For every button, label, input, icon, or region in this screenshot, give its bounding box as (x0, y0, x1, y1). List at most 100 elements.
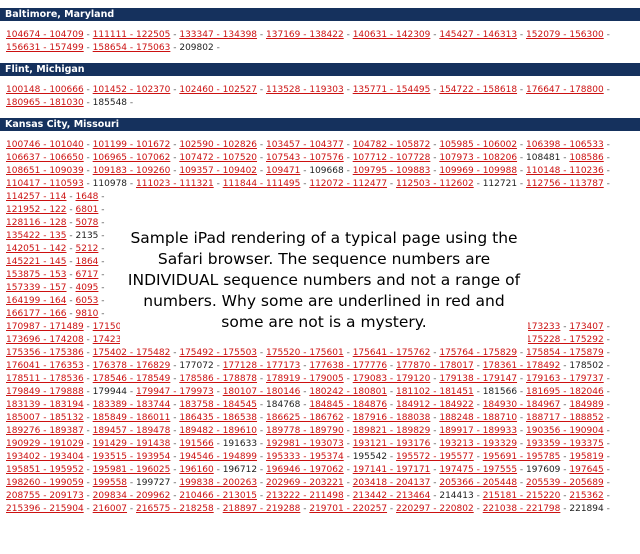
sequence-link[interactable]: 135771 - 154495 (353, 85, 431, 95)
sequence-link[interactable]: 184989 (569, 400, 603, 410)
sequence-link[interactable]: 107712 - 107728 (353, 153, 431, 163)
sequence-link[interactable]: 180107 - 180146 (223, 387, 301, 397)
sequence-link[interactable]: 178546 - 178549 (93, 374, 171, 384)
sequence-link[interactable]: 189917 - 189933 (439, 426, 517, 436)
sequence-link[interactable]: 108651 - 109039 (6, 166, 84, 176)
sequence-link[interactable]: 112072 - 112477 (309, 179, 387, 189)
sequence-link[interactable]: 177870 - 178017 (396, 361, 474, 371)
sequence-link[interactable]: 111844 - 111495 (223, 179, 301, 189)
sequence-link[interactable]: 133347 - 134398 (179, 30, 257, 40)
sequence-link[interactable]: 176378 - 176829 (93, 361, 171, 371)
sequence-link[interactable]: 178511 - 178536 (6, 374, 84, 384)
sequence-link[interactable]: 193213 - 193329 (439, 439, 517, 449)
sequence-link[interactable]: 197645 (569, 465, 603, 475)
sequence-link[interactable]: 4095 (76, 283, 99, 293)
sequence-link[interactable]: 197141 - 197171 (353, 465, 431, 475)
sequence-link[interactable]: 135422 - 135 (6, 231, 67, 241)
sequence-link[interactable]: 176647 - 178800 (526, 85, 604, 95)
sequence-link[interactable]: 189457 - 189478 (93, 426, 171, 436)
sequence-link[interactable]: 109471 (266, 166, 300, 176)
sequence-link[interactable]: 210466 - 213015 (179, 491, 257, 501)
sequence-link[interactable]: 189821 - 189829 (353, 426, 431, 436)
sequence-link[interactable]: 152079 - 156300 (526, 30, 604, 40)
sequence-link[interactable]: 100746 - 101040 (6, 140, 84, 150)
sequence-link[interactable]: 192981 - 193073 (266, 439, 344, 449)
sequence-link[interactable]: 205539 - 205689 (526, 478, 604, 488)
sequence-link[interactable]: 107472 - 107520 (179, 153, 257, 163)
sequence-link[interactable]: 195333 - 195374 (266, 452, 344, 462)
sequence-link[interactable]: 199838 - 200263 (179, 478, 257, 488)
sequence-link[interactable]: 215362 (569, 491, 603, 501)
sequence-link[interactable]: 5078 (76, 218, 99, 228)
sequence-link[interactable]: 113528 - 119303 (266, 85, 344, 95)
sequence-link[interactable]: 176041 - 176353 (6, 361, 84, 371)
sequence-link[interactable]: 175854 - 175879 (526, 348, 604, 358)
sequence-link[interactable]: 154722 - 158618 (439, 85, 517, 95)
sequence-link[interactable]: 173407 (569, 322, 603, 332)
sequence-link[interactable]: 175228 - 175292 (526, 335, 604, 345)
sequence-link[interactable]: 188248 - 188710 (439, 413, 517, 423)
sequence-link[interactable]: 186435 - 186538 (179, 413, 257, 423)
sequence-link[interactable]: 178919 - 179005 (266, 374, 344, 384)
sequence-link[interactable]: 1648 (76, 192, 99, 202)
sequence-link[interactable]: 153875 - 153 (6, 270, 67, 280)
sequence-link[interactable]: 175402 - 175482 (93, 348, 171, 358)
sequence-link[interactable]: 175520 - 175601 (266, 348, 344, 358)
sequence-link[interactable]: 102460 - 102527 (179, 85, 257, 95)
sequence-link[interactable]: 178361 - 178492 (483, 361, 561, 371)
sequence-link[interactable]: 221038 - 221798 (483, 504, 561, 514)
sequence-link[interactable]: 110417 - 110593 (6, 179, 84, 189)
sequence-link[interactable]: 184912 - 184922 (396, 400, 474, 410)
sequence-link[interactable]: 218897 - 219288 (223, 504, 301, 514)
sequence-link[interactable]: 175492 - 175503 (179, 348, 257, 358)
sequence-link[interactable]: 145427 - 146313 (439, 30, 517, 40)
sequence-link[interactable]: 193121 - 193176 (353, 439, 431, 449)
sequence-link[interactable]: 197475 - 197555 (439, 465, 517, 475)
sequence-link[interactable]: 187916 - 188038 (353, 413, 431, 423)
sequence-link[interactable]: 185007 - 185132 (6, 413, 84, 423)
sequence-link[interactable]: 107543 - 107576 (266, 153, 344, 163)
sequence-link[interactable]: 177638 - 177776 (309, 361, 387, 371)
sequence-link[interactable]: 184845 - 184876 (309, 400, 387, 410)
sequence-link[interactable]: 140631 - 142309 (353, 30, 431, 40)
sequence-link[interactable]: 107973 - 108206 (439, 153, 517, 163)
sequence-link[interactable]: 6717 (76, 270, 99, 280)
sequence-link[interactable]: 6053 (76, 296, 99, 306)
sequence-link[interactable]: 112503 - 112602 (396, 179, 474, 189)
sequence-link[interactable]: 109183 - 109260 (93, 166, 171, 176)
sequence-link[interactable]: 102590 - 102826 (179, 140, 257, 150)
sequence-link[interactable]: 198260 - 199059 (6, 478, 84, 488)
sequence-link[interactable]: 189276 - 189387 (6, 426, 84, 436)
sequence-link[interactable]: 103457 - 104377 (266, 140, 344, 150)
sequence-link[interactable]: 195819 (569, 452, 603, 462)
sequence-link[interactable]: 188717 - 188852 (526, 413, 604, 423)
sequence-link[interactable]: 215181 - 215220 (483, 491, 561, 501)
sequence-link[interactable]: 166177 - 166 (6, 309, 67, 319)
sequence-link[interactable]: 108586 (569, 153, 603, 163)
sequence-link[interactable]: 106965 - 107062 (93, 153, 171, 163)
sequence-link[interactable]: 114257 - 114 (6, 192, 67, 202)
sequence-link[interactable]: 193515 - 193954 (93, 452, 171, 462)
sequence-link[interactable]: 195691 - 195785 (483, 452, 561, 462)
sequence-link[interactable]: 106398 - 106533 (526, 140, 604, 150)
sequence-link[interactable]: 109969 - 109988 (439, 166, 517, 176)
sequence-link[interactable]: 189778 - 189790 (266, 426, 344, 436)
sequence-link[interactable]: 216575 - 218258 (136, 504, 214, 514)
sequence-link[interactable]: 173696 - 174208 (6, 335, 84, 345)
sequence-link[interactable]: 202969 - 203221 (266, 478, 344, 488)
sequence-link[interactable]: 101199 - 101672 (93, 140, 171, 150)
sequence-link[interactable]: 191429 - 191438 (93, 439, 171, 449)
sequence-link[interactable]: 180965 - 181030 (6, 98, 84, 108)
sequence-link[interactable]: 170987 - 171489 (6, 322, 84, 332)
sequence-link[interactable]: 194546 - 194899 (179, 452, 257, 462)
sequence-link[interactable]: 100148 - 100666 (6, 85, 84, 95)
sequence-link[interactable]: 121952 - 122 (6, 205, 67, 215)
sequence-link[interactable]: 203418 - 204137 (353, 478, 431, 488)
sequence-link[interactable]: 179138 - 179147 (439, 374, 517, 384)
sequence-link[interactable]: 205366 - 205448 (439, 478, 517, 488)
sequence-link[interactable]: 105985 - 106002 (439, 140, 517, 150)
sequence-link[interactable]: 177128 - 177173 (223, 361, 301, 371)
sequence-link[interactable]: 111023 - 111321 (136, 179, 214, 189)
sequence-link[interactable]: 137169 - 138422 (266, 30, 344, 40)
sequence-link[interactable]: 183389 - 183744 (93, 400, 171, 410)
